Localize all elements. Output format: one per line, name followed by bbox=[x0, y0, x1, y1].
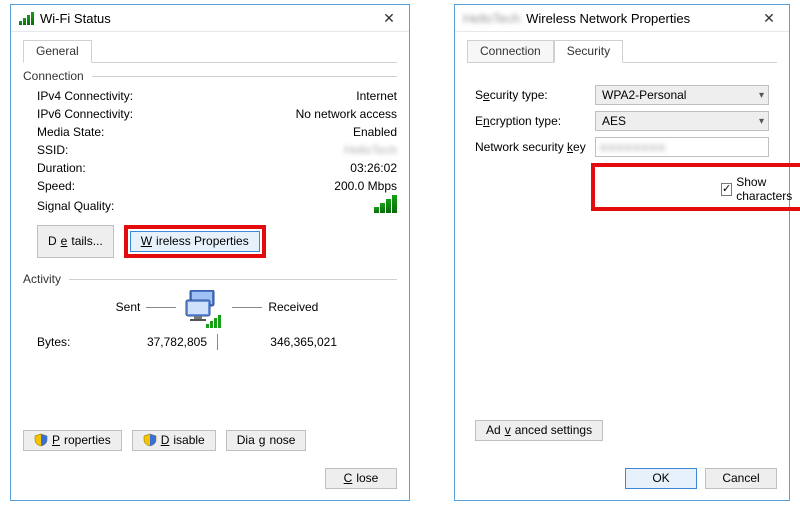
media-label: Media State: bbox=[37, 125, 353, 139]
wireless-properties-button[interactable]: Wireless Properties bbox=[130, 231, 260, 252]
shield-icon bbox=[34, 433, 48, 447]
ssid-label: SSID: bbox=[37, 143, 344, 157]
show-characters-checkbox[interactable]: Show characters bbox=[717, 173, 798, 205]
duration-value: 03:26:02 bbox=[350, 161, 397, 175]
wifi-signal-icon bbox=[19, 11, 34, 25]
row-signal-quality: Signal Quality: bbox=[23, 195, 397, 215]
show-characters-label: Show characters bbox=[736, 175, 794, 203]
bytes-label: Bytes: bbox=[37, 335, 107, 349]
security-type-value: WPA2-Personal bbox=[602, 88, 686, 102]
bytes-sent-value: 37,782,805 bbox=[107, 335, 207, 349]
network-properties-tabs: Connection Security bbox=[467, 40, 777, 63]
row-duration: Duration: 03:26:02 bbox=[23, 159, 397, 177]
network-properties-title: Wireless Network Properties bbox=[526, 11, 690, 26]
wifi-status-titlebar: Wi-Fi Status ✕ bbox=[11, 5, 409, 32]
close-button[interactable]: Close bbox=[325, 468, 397, 489]
signal-quality-icon bbox=[374, 199, 397, 213]
ipv4-label: IPv4 Connectivity: bbox=[37, 89, 356, 103]
row-encryption-type: Encryption type: AES ▾ bbox=[475, 111, 769, 131]
computer-icon bbox=[182, 290, 226, 324]
diagnose-button[interactable]: Diagnose bbox=[226, 430, 307, 451]
network-key-label: Network security key bbox=[475, 140, 595, 154]
security-type-label: Security type: bbox=[475, 88, 595, 102]
wifi-status-title: Wi-Fi Status bbox=[40, 11, 111, 26]
row-ssid: SSID: HelloTech bbox=[23, 141, 397, 159]
chevron-down-icon: ▾ bbox=[759, 90, 764, 101]
tab-general[interactable]: General bbox=[23, 40, 92, 63]
advanced-settings-button[interactable]: Advanced settings bbox=[475, 420, 603, 441]
row-network-key: Network security key ●●●●●●●● bbox=[475, 137, 769, 157]
network-name-blurred: HelloTech bbox=[463, 11, 520, 26]
row-security-type: Security type: WPA2-Personal ▾ bbox=[475, 85, 769, 105]
ipv4-value: Internet bbox=[356, 89, 397, 103]
row-ipv6: IPv6 Connectivity: No network access bbox=[23, 105, 397, 123]
activity-sent-label: Sent bbox=[116, 300, 141, 314]
row-ipv4: IPv4 Connectivity: Internet bbox=[23, 87, 397, 105]
details-button[interactable]: Details... bbox=[37, 225, 114, 258]
wifi-status-tabs: General bbox=[23, 40, 397, 63]
network-key-value: ●●●●●●●● bbox=[600, 140, 666, 154]
disable-button[interactable]: Disable bbox=[132, 430, 216, 451]
close-icon[interactable]: ✕ bbox=[375, 9, 403, 27]
bytes-recv-value: 346,365,021 bbox=[227, 335, 337, 349]
checkbox-icon bbox=[721, 183, 732, 196]
ssid-value: HelloTech bbox=[344, 143, 397, 157]
speed-value: 200.0 Mbps bbox=[334, 179, 397, 193]
row-speed: Speed: 200.0 Mbps bbox=[23, 177, 397, 195]
activity-bytes-row: Bytes: 37,782,805 346,365,021 bbox=[37, 334, 397, 350]
network-properties-titlebar: HelloTech Wireless Network Properties ✕ bbox=[455, 5, 789, 32]
signal-quality-label: Signal Quality: bbox=[37, 199, 374, 213]
encryption-type-label: Encryption type: bbox=[475, 114, 595, 128]
duration-label: Duration: bbox=[37, 161, 350, 175]
show-characters-callout: Show characters bbox=[591, 163, 800, 211]
ipv6-value: No network access bbox=[296, 107, 397, 121]
cancel-button[interactable]: Cancel bbox=[705, 468, 777, 489]
chevron-down-icon: ▾ bbox=[759, 116, 764, 127]
speed-label: Speed: bbox=[37, 179, 334, 193]
tab-connection[interactable]: Connection bbox=[467, 40, 554, 63]
activity-diagram: Sent Rec bbox=[37, 290, 397, 324]
ipv6-label: IPv6 Connectivity: bbox=[37, 107, 296, 121]
shield-icon bbox=[143, 433, 157, 447]
security-type-select[interactable]: WPA2-Personal ▾ bbox=[595, 85, 769, 105]
row-media: Media State: Enabled bbox=[23, 123, 397, 141]
ok-button[interactable]: OK bbox=[625, 468, 697, 489]
section-activity: Activity bbox=[23, 272, 397, 286]
tab-security[interactable]: Security bbox=[554, 40, 623, 63]
activity-received-label: Received bbox=[268, 300, 318, 314]
wireless-properties-callout: Wireless Properties bbox=[124, 225, 266, 258]
close-icon[interactable]: ✕ bbox=[755, 9, 783, 27]
network-key-input[interactable]: ●●●●●●●● bbox=[595, 137, 769, 157]
encryption-type-value: AES bbox=[602, 114, 626, 128]
encryption-type-select[interactable]: AES ▾ bbox=[595, 111, 769, 131]
network-properties-window: HelloTech Wireless Network Properties ✕ … bbox=[454, 4, 790, 501]
media-value: Enabled bbox=[353, 125, 397, 139]
section-connection: Connection bbox=[23, 69, 397, 83]
properties-button[interactable]: Properties bbox=[23, 430, 122, 451]
wifi-status-window: Wi-Fi Status ✕ General Connection IPv4 C… bbox=[10, 4, 410, 501]
